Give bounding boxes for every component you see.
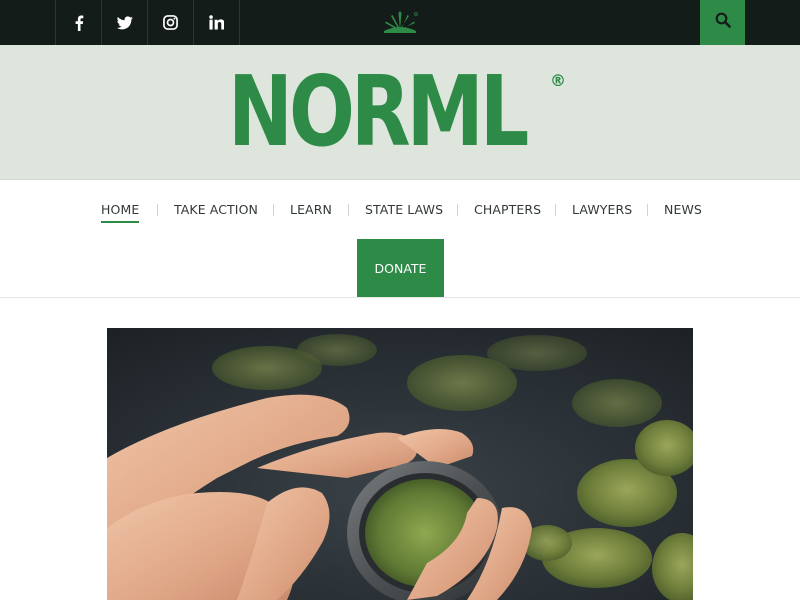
search-icon — [715, 12, 731, 33]
nav-item-news[interactable]: NEWS — [664, 202, 702, 218]
facebook-icon — [74, 15, 84, 31]
nav-menu: HOME TAKE ACTION LEARN STATE LAWS CHAPTE… — [0, 181, 800, 239]
nav-separator — [457, 204, 458, 216]
header-logo-band: NORML ® — [0, 45, 800, 180]
twitter-icon — [116, 15, 133, 30]
logo-text: NORML — [228, 55, 529, 168]
nav-separator — [647, 204, 648, 216]
nav-item-take-action[interactable]: TAKE ACTION — [174, 202, 258, 218]
linkedin-link[interactable] — [194, 0, 240, 45]
cannabis-leaf-icon[interactable] — [382, 11, 418, 38]
registered-mark: ® — [550, 71, 566, 90]
nav-item-learn[interactable]: LEARN — [290, 202, 332, 218]
nav-item-chapters[interactable]: CHAPTERS — [474, 202, 541, 218]
twitter-link[interactable] — [102, 0, 148, 45]
linkedin-icon — [209, 15, 224, 30]
top-bar — [0, 0, 800, 45]
main-navigation: HOME TAKE ACTION LEARN STATE LAWS CHAPTE… — [0, 181, 800, 298]
donate-button[interactable]: DONATE — [357, 239, 444, 297]
search-button[interactable] — [700, 0, 745, 45]
nav-separator — [273, 204, 274, 216]
facebook-link[interactable] — [56, 0, 102, 45]
nav-item-lawyers[interactable]: LAWYERS — [572, 202, 632, 218]
site-logo[interactable]: NORML ® — [228, 55, 600, 168]
nav-separator — [555, 204, 556, 216]
instagram-link[interactable] — [148, 0, 194, 45]
hand-holding-grinder-photo — [107, 328, 693, 600]
nav-item-home[interactable]: HOME — [101, 202, 140, 223]
nav-item-state-laws[interactable]: STATE LAWS — [365, 202, 443, 218]
nav-separator — [348, 204, 349, 216]
nav-separator — [157, 204, 158, 216]
social-links — [55, 0, 240, 45]
hero-image[interactable] — [107, 328, 693, 600]
instagram-icon — [163, 15, 178, 30]
